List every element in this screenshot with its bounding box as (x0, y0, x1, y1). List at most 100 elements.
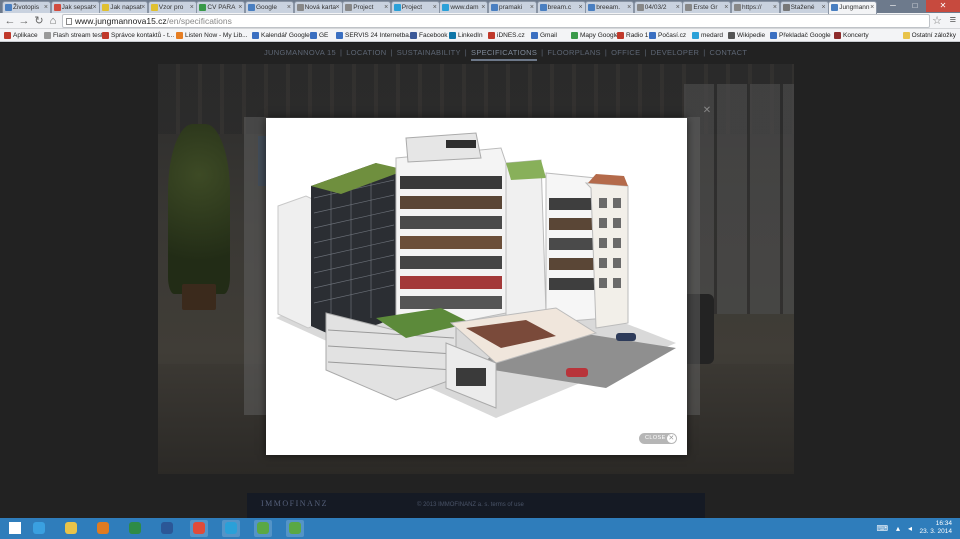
bookmark-item[interactable]: Radio 1 (617, 30, 648, 41)
close-icon[interactable]: ✕ (700, 104, 714, 118)
bookmark-star-icon[interactable]: ☆ (932, 14, 942, 27)
browser-tab[interactable]: Project × (390, 1, 440, 13)
maximize-button[interactable]: □ (904, 0, 926, 12)
bookmark-label: medard (701, 32, 724, 39)
excel-icon[interactable] (126, 520, 144, 537)
volume-icon[interactable]: ◂ (908, 524, 912, 533)
browser-tab[interactable]: breeam. × (585, 1, 635, 13)
start-icon[interactable] (6, 520, 24, 537)
tab-close-icon[interactable]: × (870, 2, 874, 13)
nav-separator: | (464, 48, 468, 57)
tab-close-icon[interactable]: × (336, 2, 340, 13)
keyboard-icon[interactable]: ⌨ (876, 524, 888, 533)
site-nav-item[interactable]: JUNGMANNOVA 15 (264, 48, 336, 57)
bookmark-favicon-icon (102, 32, 109, 39)
browser-tab[interactable]: CV PARA × (196, 1, 246, 13)
tab-close-icon[interactable]: × (481, 2, 485, 13)
tab-close-icon[interactable]: × (287, 2, 291, 13)
browser-tab[interactable]: bream.c × (536, 1, 586, 13)
bookmark-item[interactable]: iDNES.cz (488, 30, 525, 41)
tab-favicon-icon (782, 4, 790, 11)
site-nav-item[interactable]: FLOORPLANS (547, 48, 600, 57)
tab-close-icon[interactable]: × (44, 2, 48, 13)
site-nav-item[interactable]: SPECIFICATIONS (471, 48, 538, 61)
back-icon[interactable]: ← (4, 15, 16, 27)
tray-arrow-icon[interactable]: ▴ (896, 524, 900, 533)
tab-close-icon[interactable]: × (627, 2, 631, 13)
browser-tab[interactable]: Erste Gr × (682, 1, 732, 13)
tab-favicon-icon (636, 4, 644, 11)
bookmark-item[interactable]: Flash stream test (44, 30, 103, 41)
browser-tab[interactable]: https:// × (731, 1, 780, 13)
tab-close-icon[interactable]: × (676, 2, 680, 13)
minimize-button[interactable]: ─ (882, 0, 904, 12)
browser-tab[interactable]: Životopis × (2, 1, 51, 13)
bookmark-item[interactable]: LinkedIn (449, 30, 483, 41)
url-host: www.jungmannova15.cz (75, 16, 167, 26)
bookmark-item[interactable]: Facebook (410, 30, 448, 41)
bookmark-item[interactable]: medard (692, 30, 723, 41)
tab-label: Erste Gr (693, 4, 718, 11)
tab-close-icon[interactable]: × (530, 2, 534, 13)
bookmark-item[interactable]: SERVIS 24 Internetba... (336, 30, 414, 41)
bookmark-item[interactable]: Správce kontaktů - t... (102, 30, 174, 41)
browser-tab[interactable]: Google × (245, 1, 294, 13)
tab-close-icon[interactable]: × (773, 2, 777, 13)
bookmark-item[interactable]: Gmail (531, 30, 557, 41)
tab-close-icon[interactable]: × (141, 2, 145, 13)
browser-tab[interactable]: Nová karta × (293, 1, 343, 13)
browser-tab[interactable]: www.dam × (439, 1, 489, 13)
footer-copyright[interactable]: © 2013 IMMOFINANZ a. s. terms of use (417, 502, 524, 508)
tab-close-icon[interactable]: × (579, 2, 583, 13)
outlook-icon[interactable] (94, 520, 112, 537)
app-icon[interactable] (222, 520, 240, 537)
tab-close-icon[interactable]: × (433, 2, 437, 13)
address-bar[interactable]: www.jungmannova15.cz/en/specifications (62, 14, 930, 28)
tab-close-icon[interactable]: × (190, 2, 194, 13)
bookmark-label: SERVIS 24 Internetba... (345, 32, 415, 39)
bookmark-item[interactable]: GE (310, 30, 328, 41)
bookmark-item[interactable]: Počasí.cz (649, 30, 686, 41)
bookmark-item[interactable]: Kalendář Google (252, 30, 310, 41)
tab-close-icon[interactable]: × (724, 2, 728, 13)
bookmark-item[interactable]: Koncerty (834, 30, 869, 41)
app-icon-2[interactable] (254, 520, 272, 537)
browser-tab[interactable]: pramaki × (488, 1, 537, 13)
other-bookmarks[interactable]: Ostatní záložky (902, 30, 956, 41)
close-window-button[interactable]: ✕ (926, 0, 960, 12)
browser-tab[interactable]: Jak napsat × (99, 1, 149, 13)
chrome-icon[interactable] (190, 520, 208, 537)
site-nav-item[interactable]: OFFICE (611, 48, 640, 57)
site-nav-item[interactable]: DEVELOPER (651, 48, 700, 57)
reload-icon[interactable]: ↻ (33, 15, 45, 27)
home-icon[interactable]: ⌂ (47, 15, 59, 27)
forward-icon[interactable]: → (18, 15, 30, 27)
clock[interactable]: 16:34 23. 3. 2014 (919, 520, 952, 537)
file-explorer-icon[interactable] (62, 520, 80, 537)
browser-tab[interactable]: Jungmann × (828, 1, 878, 14)
site-nav-item[interactable]: SUSTAINABILITY (397, 48, 461, 57)
app-icon-3[interactable] (286, 520, 304, 537)
tab-close-icon[interactable]: × (238, 2, 242, 13)
menu-icon[interactable]: ≡ (950, 14, 956, 26)
bookmark-item[interactable]: Wikipedie (728, 30, 765, 41)
word-icon[interactable] (158, 520, 176, 537)
site-nav-item[interactable]: LOCATION (346, 48, 386, 57)
tab-close-icon[interactable]: × (822, 2, 826, 13)
bookmark-item[interactable]: Listen Now - My Lib... (176, 30, 248, 41)
tab-favicon-icon (491, 4, 498, 11)
lightbox-close-button[interactable]: CLOSE ✕ (639, 433, 677, 444)
browser-tab[interactable]: Project × (342, 1, 392, 13)
tab-close-icon[interactable]: × (93, 2, 97, 13)
plant (168, 124, 230, 294)
bookmark-item[interactable]: Mapy Google (571, 30, 619, 41)
internet-explorer-icon[interactable] (30, 520, 48, 537)
bookmark-item[interactable]: Aplikace (4, 30, 38, 41)
tab-close-icon[interactable]: × (384, 2, 388, 13)
browser-tab[interactable]: 04/03/2 × (633, 1, 683, 13)
browser-tab[interactable]: Jak sepsat × (50, 1, 100, 13)
browser-tab[interactable]: Stažené × (779, 1, 829, 13)
bookmark-item[interactable]: Překladač Google (770, 30, 831, 41)
site-nav-item[interactable]: CONTACT (709, 48, 747, 57)
browser-tab[interactable]: Vzor pro × (147, 1, 197, 13)
